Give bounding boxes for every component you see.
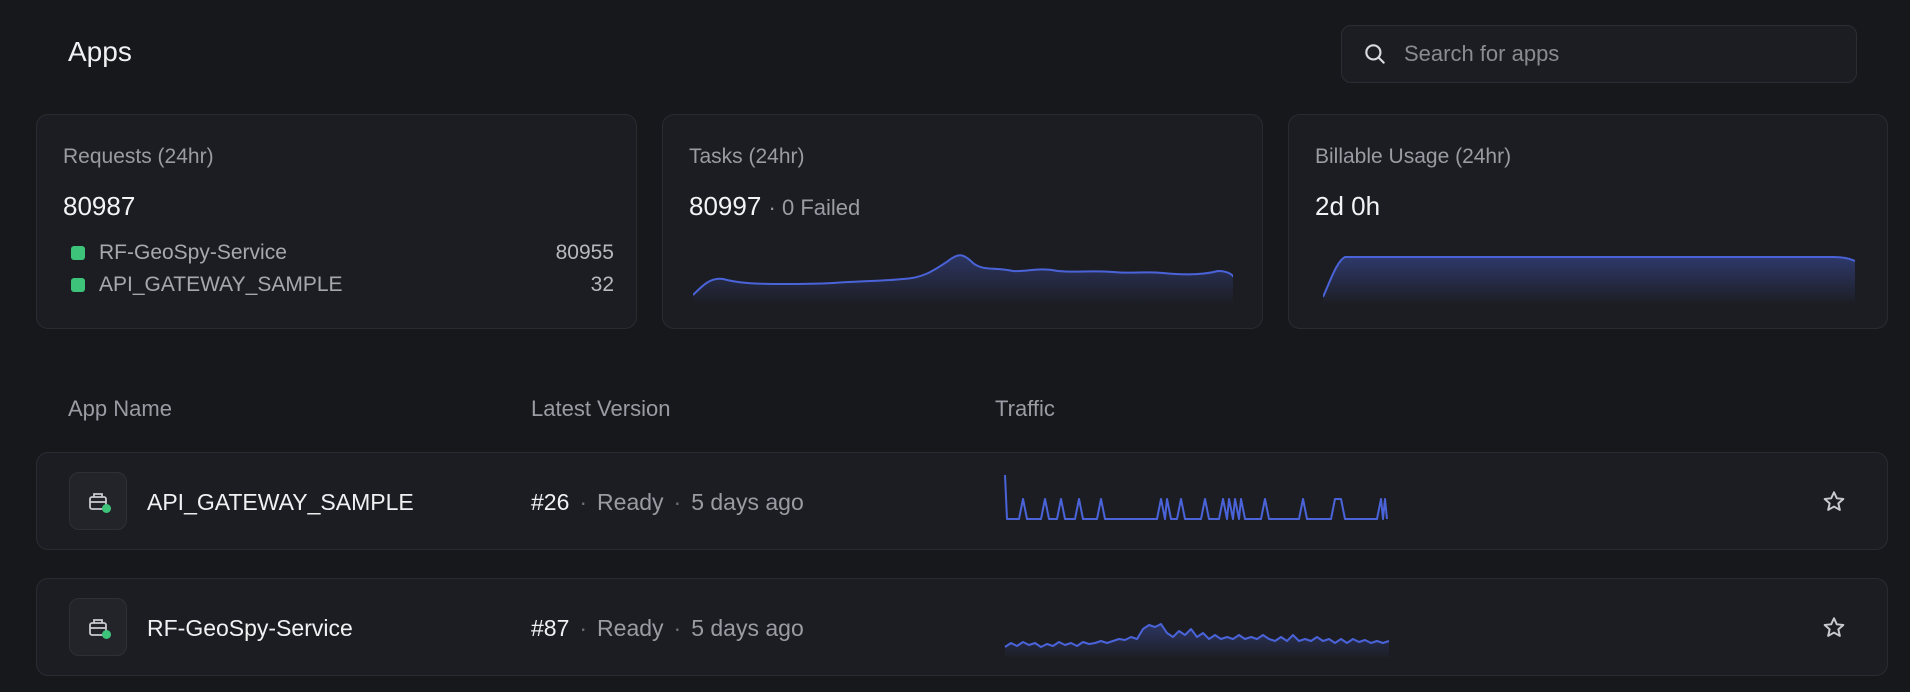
requests-legend-item: RF-GeoSpy-Service 80955 — [63, 239, 614, 267]
traffic-sparkline — [1004, 623, 1390, 659]
billable-card-value: 2d 0h — [1315, 191, 1381, 221]
requests-card-value: 80987 — [63, 191, 136, 221]
legend-item-name: RF-GeoSpy-Service — [99, 241, 287, 264]
legend-color-swatch — [71, 278, 85, 292]
legend-item-name: API_GATEWAY_SAMPLE — [99, 273, 343, 296]
requests-card: Requests (24hr) 80987 RF-GeoSpy-Service … — [36, 114, 637, 329]
version-number: #87 — [531, 615, 570, 641]
apps-page: Apps Requests (24hr) 80987 RF-GeoSpy-Ser… — [0, 0, 1910, 692]
app-status-icon — [89, 619, 111, 639]
column-header-app-name[interactable]: App Name — [68, 396, 172, 422]
billable-sparkline — [1323, 256, 1855, 305]
page-title: Apps — [68, 36, 132, 67]
app-version-info: #87 · Ready · 5 days ago — [531, 615, 804, 641]
version-number: #26 — [531, 489, 570, 515]
app-icon — [69, 598, 127, 656]
version-status: Ready — [597, 489, 664, 515]
tasks-card-value-line: 80997 · 0 Failed — [689, 191, 860, 222]
search-box[interactable] — [1341, 25, 1857, 83]
tasks-card-value: 80997 — [689, 191, 762, 221]
star-icon[interactable] — [1821, 489, 1847, 515]
app-name[interactable]: RF-GeoSpy-Service — [147, 615, 353, 642]
app-name[interactable]: API_GATEWAY_SAMPLE — [147, 489, 414, 516]
traffic-sparkline — [1004, 474, 1388, 520]
tasks-sparkline — [693, 254, 1233, 305]
star-icon[interactable] — [1821, 615, 1847, 641]
tasks-failed-count: · 0 Failed — [768, 195, 861, 220]
app-row[interactable]: RF-GeoSpy-Service #87 · Ready · 5 days ago — [36, 578, 1888, 676]
legend-item-count: 80955 — [555, 241, 614, 264]
billable-usage-card: Billable Usage (24hr) 2d 0h — [1288, 114, 1888, 329]
requests-card-title: Requests (24hr) — [63, 145, 214, 168]
app-version-info: #26 · Ready · 5 days ago — [531, 489, 804, 515]
legend-item-count: 32 — [590, 273, 614, 296]
column-header-latest-version[interactable]: Latest Version — [531, 396, 670, 422]
column-header-traffic: Traffic — [995, 396, 1055, 421]
app-row[interactable]: API_GATEWAY_SAMPLE #26 · Ready · 5 days ago — [36, 452, 1888, 550]
requests-legend-item: API_GATEWAY_SAMPLE 32 — [63, 271, 614, 299]
billable-card-title: Billable Usage (24hr) — [1315, 145, 1512, 168]
tasks-card: Tasks (24hr) 80997 · 0 Failed — [662, 114, 1263, 329]
search-input[interactable] — [1404, 41, 1824, 67]
app-status-icon — [89, 493, 111, 513]
search-icon — [1365, 44, 1385, 64]
version-age: 5 days ago — [691, 489, 804, 515]
version-age: 5 days ago — [691, 615, 804, 641]
legend-color-swatch — [71, 246, 85, 260]
version-status: Ready — [597, 615, 664, 641]
app-icon — [69, 472, 127, 530]
tasks-card-title: Tasks (24hr) — [689, 145, 805, 168]
